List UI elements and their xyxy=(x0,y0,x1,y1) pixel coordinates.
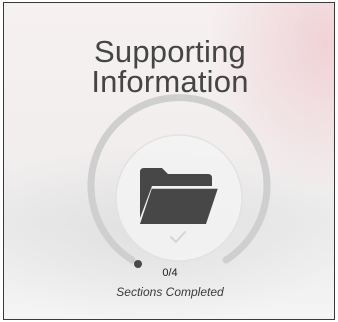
sections-count: 0/4 xyxy=(162,267,178,279)
supporting-information-card[interactable]: Supporting Information 0/4 Sections Compl… xyxy=(3,2,335,320)
folder-icon xyxy=(140,168,218,224)
checkmark-icon xyxy=(170,231,186,243)
sections-caption: Sections Completed xyxy=(116,285,224,299)
